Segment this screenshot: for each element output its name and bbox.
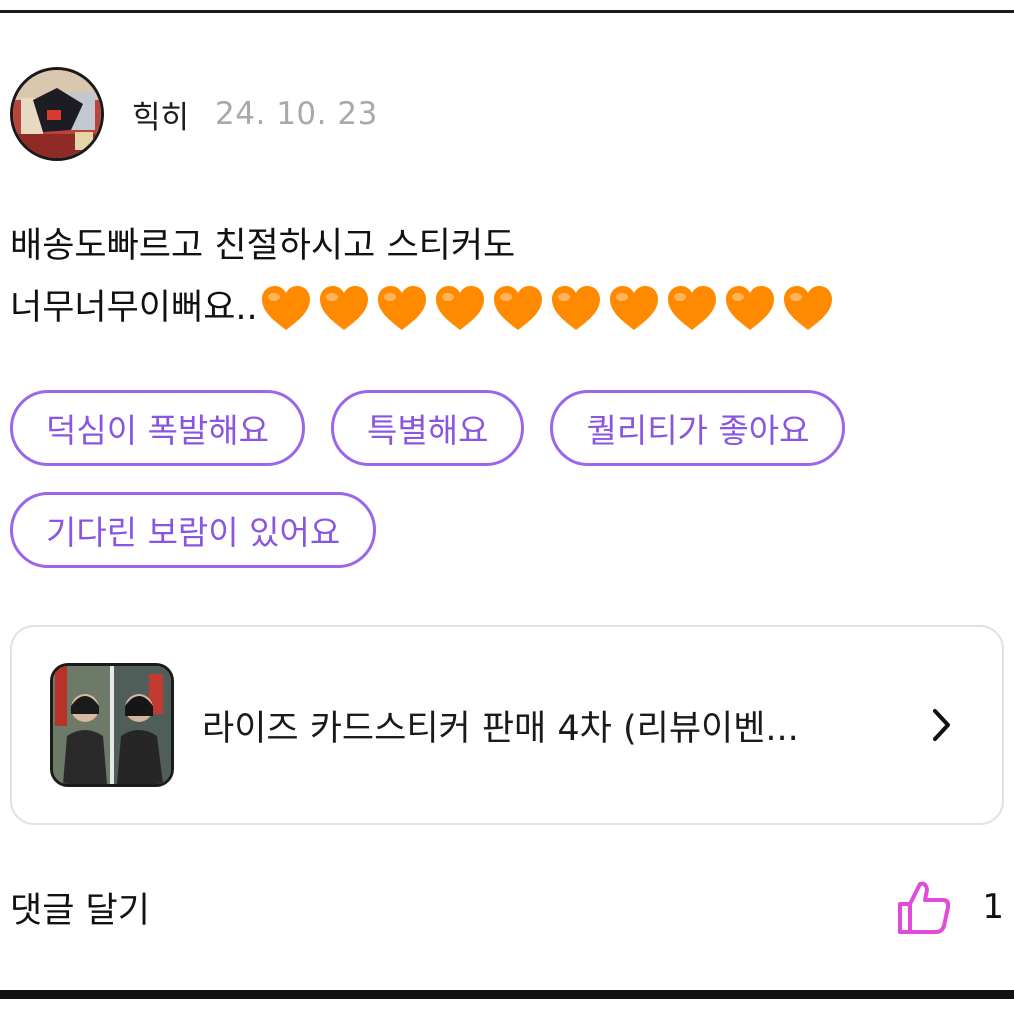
product-card[interactable]: 라이즈 카드스티커 판매 4차 (리뷰이벤... <box>10 625 1004 825</box>
like-count: 1 <box>982 887 1004 927</box>
like-button[interactable]: 1 <box>896 878 1004 936</box>
orange-heart-emoji <box>377 286 426 330</box>
orange-heart-emoji <box>609 286 658 330</box>
avatar[interactable] <box>10 67 104 161</box>
orange-heart-emoji <box>261 286 310 330</box>
tag-row-2: 기다린 보람이 있어요 <box>10 492 1010 568</box>
orange-heart-emoji <box>319 286 368 330</box>
chevron-right-icon <box>933 709 950 741</box>
product-thumbnail <box>50 663 174 787</box>
review-date: 24. 10. 23 <box>215 96 378 132</box>
review-body-line-2-text: 너무너무이뻐요.. <box>10 288 258 328</box>
tag-chip[interactable]: 덕심이 폭발해요 <box>10 390 306 466</box>
review-body: 배송도빠르고 친절하시고 스티커도 너무너무이뻐요.. <box>10 215 1000 339</box>
review-body-line-1: 배송도빠르고 친절하시고 스티커도 <box>10 226 516 266</box>
write-comment-button[interactable]: 댓글 달기 <box>10 882 150 933</box>
username[interactable]: 힉히 <box>132 92 189 137</box>
product-title: 라이즈 카드스티커 판매 4차 (리뷰이벤... <box>202 708 799 749</box>
orange-heart-emoji <box>725 286 774 330</box>
orange-heart-emoji <box>493 286 542 330</box>
product-thumbnail-image <box>53 666 171 784</box>
review-tags: 덕심이 폭발해요 특별해요 퀄리티가 좋아요 기다린 보람이 있어요 <box>10 390 1010 594</box>
top-divider <box>0 10 1014 13</box>
review-footer: 댓글 달기 1 <box>10 874 1004 940</box>
orange-heart-emoji <box>551 286 600 330</box>
tag-chip[interactable]: 특별해요 <box>331 390 525 466</box>
orange-heart-emoji <box>435 286 484 330</box>
bottom-divider <box>0 990 1014 999</box>
orange-heart-emoji <box>667 286 716 330</box>
heart-emoji-group <box>260 285 840 333</box>
tag-chip[interactable]: 기다린 보람이 있어요 <box>10 492 377 568</box>
orange-heart-emoji <box>783 286 832 330</box>
avatar-image <box>13 70 101 158</box>
review-header: 힉히 24. 10. 23 <box>10 66 378 162</box>
tag-chip[interactable]: 퀄리티가 좋아요 <box>550 390 846 466</box>
thumbs-up-icon <box>898 881 951 934</box>
tag-row-1: 덕심이 폭발해요 특별해요 퀄리티가 좋아요 <box>10 390 1010 466</box>
review-body-line-2: 너무너무이뻐요.. <box>10 277 1000 339</box>
